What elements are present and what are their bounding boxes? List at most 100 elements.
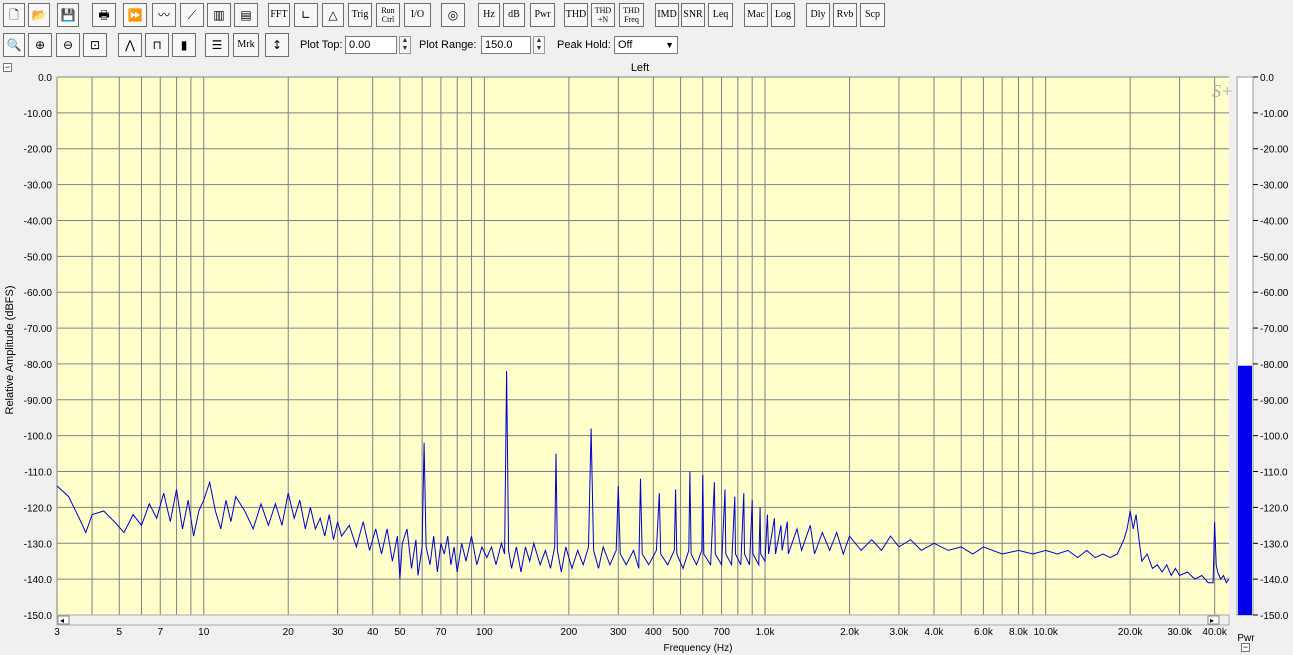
leq-button-label: Leq: [712, 9, 729, 20]
hz-button[interactable]: Hz: [478, 3, 500, 27]
chart-title: Left: [631, 62, 649, 74]
thd-n-button-label-1: +N: [597, 15, 609, 24]
x-tick-label: 10.0k: [1033, 627, 1058, 638]
y-tick-label: -60.00: [24, 288, 53, 299]
meter-tick-label: -90.00: [1260, 396, 1289, 407]
imd-button[interactable]: IMD: [655, 3, 679, 27]
generator-button[interactable]: ◎: [441, 3, 465, 27]
meter-tick-label: -40.00: [1260, 216, 1289, 227]
meter-tick-label: -150.0: [1260, 611, 1289, 622]
print-button[interactable]: 🖶: [92, 3, 116, 27]
y-tick-label: -10.00: [24, 109, 53, 120]
scp-button[interactable]: Scp: [860, 3, 885, 27]
fast-forward-button[interactable]: ⏩: [123, 3, 147, 27]
y-tick-label: -40.00: [24, 216, 53, 227]
plot-top-spinner[interactable]: ▲ ▼: [399, 36, 411, 54]
hz-button-label: Hz: [483, 9, 495, 20]
x-tick-label: 3.0k: [889, 627, 909, 638]
bar-plot-button[interactable]: ▮: [172, 33, 196, 57]
thd-freq-button-label-1: Freq: [624, 15, 639, 24]
thd-n-button-label-0: THD: [594, 6, 612, 15]
leq-button[interactable]: Leq: [708, 3, 733, 27]
y-tick-label: -90.00: [24, 396, 53, 407]
meter-tick-label: -70.00: [1260, 324, 1289, 335]
y-tick-label: -140.0: [24, 575, 53, 586]
sawtooth-button[interactable]: ⟋: [180, 3, 204, 27]
folder-icon: 📂: [31, 8, 47, 22]
peak-hold-select[interactable]: Off ▼: [614, 36, 678, 54]
thd-freq-button[interactable]: THD Freq: [619, 3, 644, 27]
x-tick-label: 400: [645, 627, 662, 638]
dly-button[interactable]: Dly: [806, 3, 830, 27]
trig-button-label: Trig: [351, 9, 369, 20]
meter-tick-label: -100.0: [1260, 432, 1289, 443]
3d-plot-button[interactable]: ▤: [234, 3, 258, 27]
fast-forward-icon: ⏩: [127, 8, 143, 22]
thd-freq-button-label-0: THD: [623, 6, 640, 15]
step-plot-button[interactable]: ⊓: [145, 33, 169, 57]
open-file-button[interactable]: 📂: [28, 3, 50, 27]
floppy-icon: 💾: [60, 8, 76, 22]
zoom-full-button[interactable]: ⊡: [83, 33, 107, 57]
run-ctrl-button-label-1: Ctrl: [381, 15, 395, 24]
waterfall-icon: ▤: [240, 8, 252, 22]
y-tick-labels: 0.0 -10.00 -20.00 -30.00 -40.00 -50.00 -60.00 -…: [24, 73, 53, 622]
waveform-zoom-button[interactable]: 〰: [152, 3, 176, 27]
rvb-button[interactable]: Rvb: [833, 3, 857, 27]
spectrogram-button[interactable]: ▥: [207, 3, 231, 27]
markers-list-button[interactable]: ☰: [205, 33, 229, 57]
range-button[interactable]: ↕: [265, 33, 289, 57]
line-plot-icon: ⋀: [125, 38, 135, 52]
bar-plot-icon: ▮: [180, 38, 188, 52]
triangle-button[interactable]: △: [322, 3, 344, 27]
spectrogram-icon: ▥: [213, 8, 225, 22]
plot-top-field[interactable]: 0.00: [345, 36, 397, 54]
logo: S+: [1212, 81, 1233, 101]
plot-range-spinner[interactable]: ▲ ▼: [533, 36, 545, 54]
meter-tick-label: -130.0: [1260, 539, 1289, 550]
main-toolbar: 🗋 📂 💾 🖶 ⏩ 〰 ⟋ ▥ ▤ FFT ∟ △ Trig Run Ctrl I/O ◎ Hz dB Pwr THD T…: [0, 0, 1293, 31]
fft-button[interactable]: FFT: [268, 3, 290, 27]
plot-range-field[interactable]: 150.0: [481, 36, 531, 54]
power-meter-bar: [1238, 365, 1252, 615]
marker-button[interactable]: Mrk: [233, 33, 259, 57]
thd-n-button[interactable]: THD +N: [591, 3, 615, 27]
h-scrollbar[interactable]: ◂ ▸: [56, 614, 1230, 626]
line-plot-button[interactable]: ⋀: [118, 33, 142, 57]
db-button[interactable]: dB: [503, 3, 525, 27]
thd-button[interactable]: THD: [564, 3, 588, 27]
zoom-in-2x-button[interactable]: ⊕: [28, 33, 52, 57]
x-tick-label: 100: [476, 627, 493, 638]
mac-button[interactable]: Mac: [744, 3, 768, 27]
zoom-in-icon: ⊕: [34, 38, 46, 52]
pwr-button[interactable]: Pwr: [530, 3, 555, 27]
y-axis-label: Relative Amplitude (dBFS): [4, 286, 16, 415]
peak-hold-value: Off: [618, 39, 633, 51]
meter-tick-label: -80.00: [1260, 360, 1289, 371]
snr-button-label: SNR: [683, 9, 703, 20]
io-button[interactable]: I/O: [404, 3, 431, 27]
x-tick-label: 5: [116, 627, 122, 638]
x-tick-label: 20.0k: [1118, 627, 1143, 638]
log-button[interactable]: Log: [771, 3, 795, 27]
x-axis-label: Frequency (Hz): [664, 643, 733, 654]
y-tick-label: -130.0: [24, 539, 53, 550]
y-tick-label: 0.0: [38, 73, 52, 84]
meter-tick-label: 0.0: [1260, 73, 1274, 84]
save-button[interactable]: 💾: [57, 3, 79, 27]
run-ctrl-button-label-0: Run: [381, 6, 395, 15]
plot-area: [57, 77, 1229, 615]
y-tick-label: -110.0: [24, 468, 52, 479]
pwr-button-label: Pwr: [534, 9, 551, 20]
zoom-out-2x-button[interactable]: ⊖: [56, 33, 80, 57]
scroll-right-icon: ▸: [1210, 616, 1214, 625]
trig-button[interactable]: Trig: [348, 3, 372, 27]
snr-button[interactable]: SNR: [681, 3, 705, 27]
axis-button[interactable]: ∟: [294, 3, 318, 27]
x-tick-label: 40: [367, 627, 379, 638]
zoom-button[interactable]: 🔍: [3, 33, 25, 57]
new-file-button[interactable]: 🗋: [3, 3, 25, 27]
zoom-out-icon: ⊖: [62, 38, 74, 52]
run-ctrl-button[interactable]: Run Ctrl: [376, 3, 400, 27]
x-tick-label: 300: [610, 627, 627, 638]
